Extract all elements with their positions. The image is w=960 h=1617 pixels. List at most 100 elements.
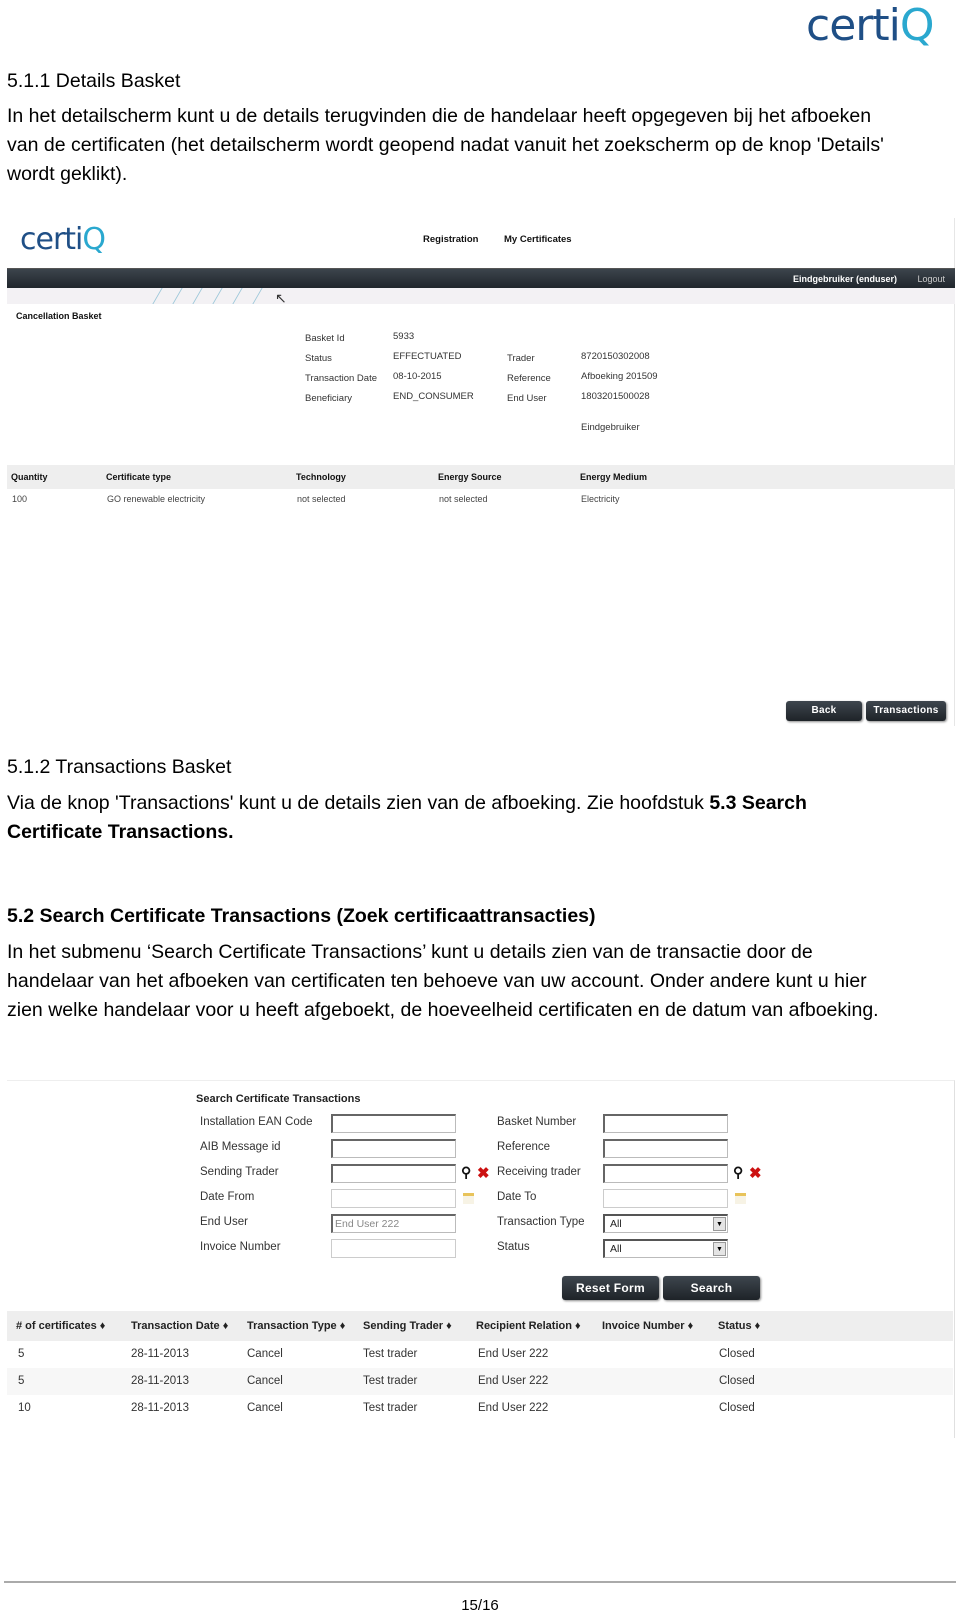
app-logo-accent: Q <box>82 222 106 257</box>
cell-transaction-type: Cancel <box>247 1402 283 1414</box>
table-row[interactable]: 5 28-11-2013 Cancel Test trader End User… <box>7 1368 953 1395</box>
cell-sending-trader: Test trader <box>363 1348 418 1360</box>
label-basket-id: Basket Id <box>305 333 345 344</box>
cell-recipient-relation: End User 222 <box>478 1348 549 1360</box>
col-num-certificates[interactable]: # of certificates ♦ <box>16 1320 105 1332</box>
search-button[interactable]: Search <box>663 1276 760 1300</box>
decorative-stripe <box>7 288 955 304</box>
value-basket-id: 5933 <box>393 331 415 342</box>
section-511-heading: 5.1.1 Details Basket <box>7 70 181 92</box>
cell-transaction-date: 28-11-2013 <box>131 1402 189 1414</box>
cell-energy-medium: Electricity <box>581 494 620 504</box>
date-from-input[interactable] <box>331 1189 456 1208</box>
section-title: Cancellation Basket <box>16 311 102 321</box>
transactions-button[interactable]: Transactions <box>866 701 946 721</box>
basket-number-input[interactable] <box>603 1114 728 1133</box>
cell-num-certificates: 5 <box>18 1348 25 1360</box>
chapter-reference: Certificate Transactions. <box>7 821 234 843</box>
cell-transaction-type: Cancel <box>247 1375 283 1387</box>
chevron-down-icon[interactable]: ▼ <box>713 1217 726 1231</box>
cell-certificate-type: GO renewable electricity <box>107 494 206 504</box>
col-transaction-date[interactable]: Transaction Date ♦ <box>131 1320 228 1332</box>
label-status: Status <box>497 1241 530 1253</box>
aib-message-input[interactable] <box>331 1139 456 1158</box>
label-transaction-type: Transaction Type <box>497 1216 585 1228</box>
table-row[interactable]: 10 28-11-2013 Cancel Test trader End Use… <box>7 1395 953 1422</box>
table-row: 100 GO renewable electricity not selecte… <box>7 489 955 511</box>
sending-trader-input[interactable] <box>331 1164 456 1183</box>
cell-technology: not selected <box>297 494 346 504</box>
back-button[interactable]: Back <box>786 701 862 721</box>
form-title: Search Certificate Transactions <box>196 1093 361 1105</box>
cell-num-certificates: 10 <box>18 1402 31 1414</box>
cell-energy-source: not selected <box>439 494 488 504</box>
current-user: Eindgebruiker (enduser) <box>792 274 897 284</box>
clear-icon[interactable]: ✖ <box>477 1164 490 1182</box>
section-512-heading: 5.1.2 Transactions Basket <box>7 756 232 778</box>
label-sending-trader: Sending Trader <box>200 1166 279 1178</box>
value-beneficiary: END_CONSUMER <box>393 391 474 402</box>
value-end-user-name: Eindgebruiker <box>581 422 640 433</box>
calendar-icon[interactable] <box>463 1193 474 1204</box>
chapter-reference: 5.3 Search <box>709 792 807 814</box>
reference-input[interactable] <box>603 1139 728 1158</box>
cell-status: Closed <box>719 1375 755 1387</box>
value-reference: Afboeking 201509 <box>581 371 658 382</box>
status-select[interactable]: All ▼ <box>603 1239 728 1258</box>
cell-recipient-relation: End User 222 <box>478 1402 549 1414</box>
cell-transaction-type: Cancel <box>247 1348 283 1360</box>
paragraph-line: Certificate Transactions. <box>7 817 234 847</box>
label-aib-message: AIB Message id <box>200 1141 281 1153</box>
section-52-heading: 5.2 Search Certificate Transactions (Zoe… <box>7 905 596 927</box>
paragraph-line: In het detailscherm kunt u de details te… <box>7 105 872 127</box>
paragraph-text: Via de knop 'Transactions' kunt u de det… <box>7 792 710 814</box>
value-end-user: 1803201500028 <box>581 391 650 402</box>
value-transaction-date: 08-10-2015 <box>393 371 442 382</box>
end-user-input[interactable]: End User 222 <box>331 1214 456 1233</box>
value-status: EFFECTUATED <box>393 351 462 362</box>
cell-recipient-relation: End User 222 <box>478 1375 549 1387</box>
paragraph-line: Via de knop 'Transactions' kunt u de det… <box>7 788 807 818</box>
label-receiving-trader: Receiving trader <box>497 1166 581 1178</box>
table-row[interactable]: 5 28-11-2013 Cancel Test trader End User… <box>7 1341 953 1368</box>
chevron-down-icon[interactable]: ▼ <box>713 1242 726 1256</box>
top-navbar: Eindgebruiker (enduser) Logout <box>7 268 955 288</box>
transaction-type-select[interactable]: All ▼ <box>603 1214 728 1233</box>
col-invoice-number[interactable]: Invoice Number ♦ <box>602 1320 693 1332</box>
label-reference: Reference <box>497 1141 551 1153</box>
reset-form-button[interactable]: Reset Form <box>562 1276 659 1300</box>
label-reference: Reference <box>507 373 551 384</box>
search-icon[interactable]: ⚲ <box>461 1164 471 1181</box>
calendar-icon[interactable] <box>735 1193 746 1204</box>
paragraph-line: In het submenu ‘Search Certificate Trans… <box>7 941 813 963</box>
app-logo-text: certi <box>20 222 83 257</box>
date-to-input[interactable] <box>603 1189 728 1208</box>
select-value: All <box>610 1218 622 1230</box>
col-transaction-type[interactable]: Transaction Type ♦ <box>247 1320 345 1332</box>
label-date-to: Date To <box>497 1191 537 1203</box>
invoice-number-input[interactable] <box>331 1239 456 1258</box>
col-recipient-relation[interactable]: Recipient Relation ♦ <box>476 1320 581 1332</box>
cell-num-certificates: 5 <box>18 1375 25 1387</box>
cell-status: Closed <box>719 1348 755 1360</box>
clear-icon[interactable]: ✖ <box>749 1164 762 1182</box>
col-technology: Technology <box>296 472 346 482</box>
cell-sending-trader: Test trader <box>363 1402 418 1414</box>
search-icon[interactable]: ⚲ <box>733 1164 743 1181</box>
label-end-user: End User <box>200 1216 248 1228</box>
page-number: 15/16 <box>461 1597 499 1614</box>
logo-text: certi <box>806 0 901 51</box>
label-installation-ean: Installation EAN Code <box>200 1116 313 1128</box>
installation-ean-input[interactable] <box>331 1114 456 1133</box>
nav-my-certificates[interactable]: My Certificates <box>504 234 572 245</box>
paragraph-line: wordt geklikt). <box>7 163 128 185</box>
receiving-trader-input[interactable] <box>603 1164 728 1183</box>
label-date-from: Date From <box>200 1191 255 1203</box>
col-certificate-type: Certificate type <box>106 472 172 482</box>
logout-link[interactable]: Logout <box>917 274 945 284</box>
value-trader: 8720150302008 <box>581 351 650 362</box>
nav-registration[interactable]: Registration <box>423 234 478 245</box>
col-sending-trader[interactable]: Sending Trader ♦ <box>363 1320 452 1332</box>
col-status[interactable]: Status ♦ <box>718 1320 760 1332</box>
app-logo: certiQ <box>20 222 106 257</box>
